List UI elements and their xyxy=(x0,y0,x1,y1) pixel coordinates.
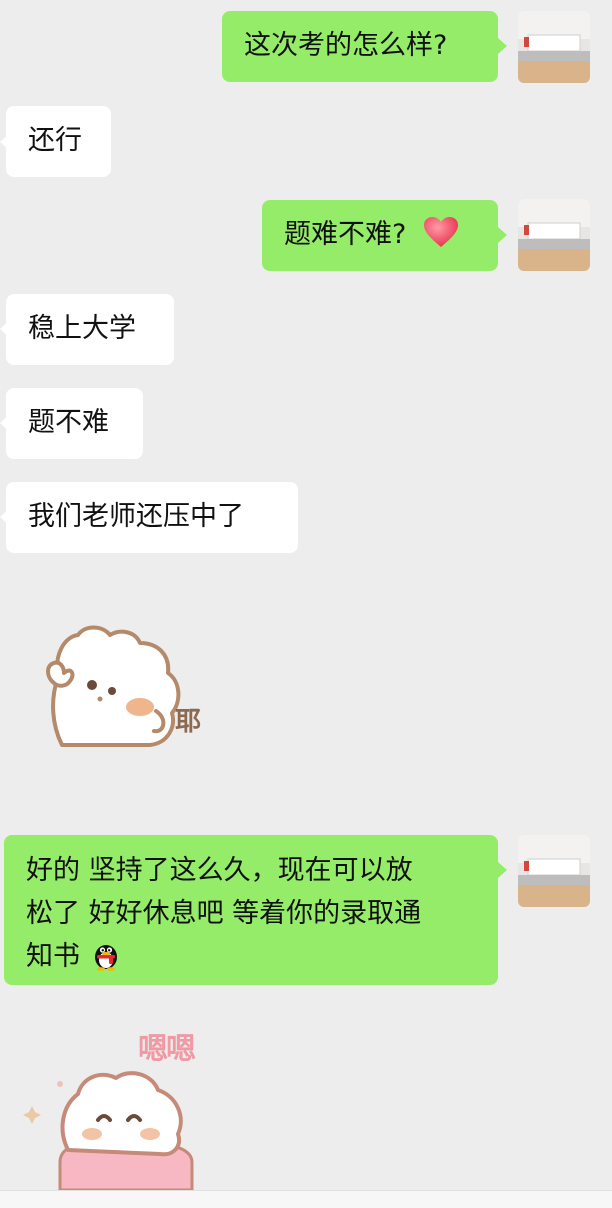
heart-icon xyxy=(423,217,458,247)
message-text: 我们老师还压中了 xyxy=(28,501,244,532)
outgoing-message[interactable]: 题难不难? xyxy=(262,200,498,271)
bear-sticker-art xyxy=(23,1071,194,1192)
bubble-tail xyxy=(498,862,507,878)
avatar[interactable] xyxy=(518,199,590,271)
avatar-photo xyxy=(518,11,590,83)
outgoing-message[interactable]: 这次考的怎么样? xyxy=(222,11,498,82)
incoming-message[interactable]: 我们老师还压中了 xyxy=(6,482,298,553)
penguin-icon xyxy=(94,945,117,971)
incoming-message[interactable]: 还行 xyxy=(6,106,111,177)
message-text: 这次考的怎么样? xyxy=(244,30,448,61)
message-line: 知书 xyxy=(26,941,80,972)
incoming-message[interactable]: 稳上大学 xyxy=(6,294,174,365)
sticker-caption: 嗯嗯 xyxy=(138,1032,196,1067)
incoming-message[interactable]: 题不难 xyxy=(6,388,143,459)
message-text: 还行 xyxy=(28,125,82,156)
bubble-tail xyxy=(498,227,507,243)
bear-enen-sticker[interactable]: 嗯嗯 xyxy=(20,1022,230,1192)
message-text: 题难不难? xyxy=(284,219,407,250)
avatar-photo xyxy=(518,199,590,271)
message-line: 好的 坚持了这么久，现在可以放 xyxy=(26,855,413,886)
avatar[interactable] xyxy=(518,835,590,907)
message-text: 题不难 xyxy=(28,407,109,438)
bear-yay-sticker[interactable]: 耶 xyxy=(40,615,230,765)
outgoing-message[interactable]: 好的 坚持了这么久，现在可以放 松了 好好休息吧 等着你的录取通 知书 xyxy=(4,835,498,985)
bear-sticker-art xyxy=(46,625,181,747)
bubble-tail xyxy=(498,38,507,54)
message-line: 松了 好好休息吧 等着你的录取通 xyxy=(26,898,422,929)
avatar-photo xyxy=(518,835,590,907)
message-text: 稳上大学 xyxy=(28,313,136,344)
input-bar-edge xyxy=(0,1190,612,1208)
avatar[interactable] xyxy=(518,11,590,83)
sticker-caption: 耶 xyxy=(175,707,202,737)
